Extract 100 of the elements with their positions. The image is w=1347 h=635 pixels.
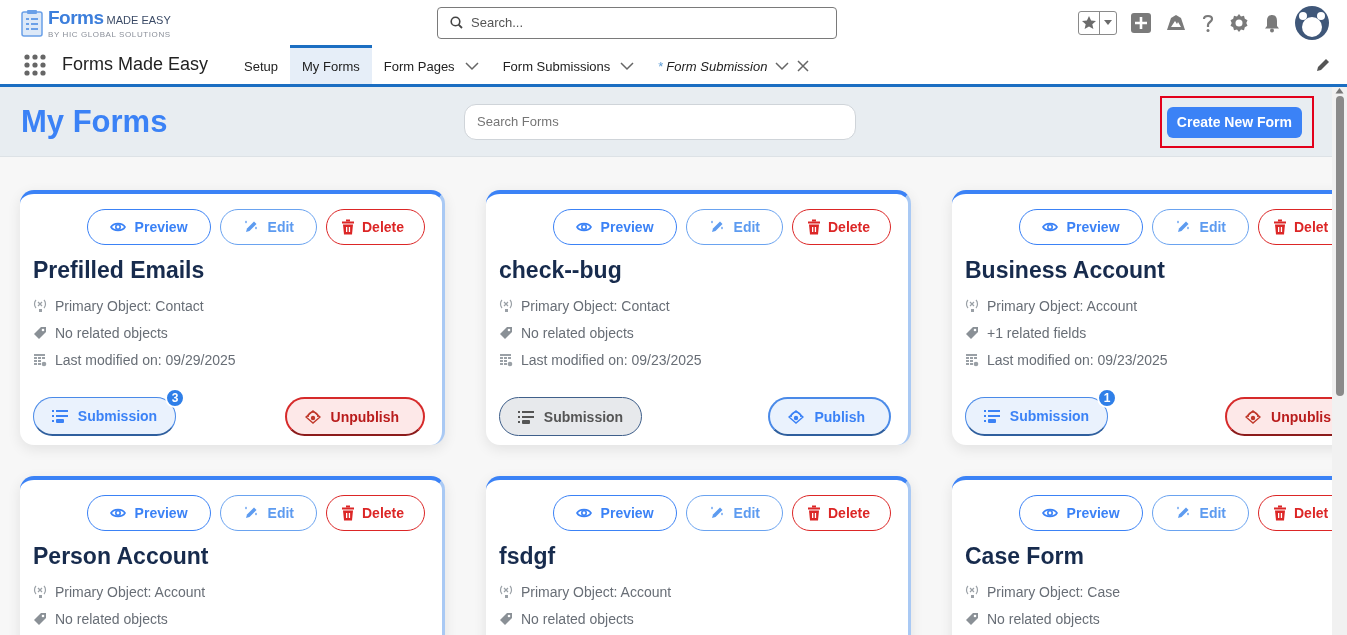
- avatar-icon: [1295, 5, 1329, 40]
- eye-icon: [1041, 507, 1058, 519]
- calendar-grid-icon: [499, 352, 513, 367]
- trash-icon: [807, 505, 821, 521]
- publish-button[interactable]: Publish: [768, 397, 891, 436]
- logo-wordmark: Forms: [48, 6, 104, 29]
- bell-icon: [1263, 12, 1281, 33]
- close-tab-button[interactable]: [797, 60, 810, 72]
- avatar-button[interactable]: [1295, 5, 1329, 40]
- count-badge: 1: [1097, 388, 1117, 408]
- search-forms-field[interactable]: Search Forms: [464, 103, 856, 140]
- tag-icon: [33, 325, 47, 340]
- logo-tagline: MADE EASY: [106, 13, 171, 26]
- eye-icon: [575, 221, 592, 233]
- pen-icon: [708, 505, 725, 521]
- tag-icon: [965, 611, 979, 626]
- close-icon: [797, 60, 810, 72]
- mountain-button[interactable]: [1165, 12, 1187, 33]
- help-icon: [1201, 12, 1215, 33]
- form-detail: No related objects: [521, 610, 634, 627]
- form-title: Prefilled Emails: [33, 257, 206, 284]
- tag-icon: [499, 325, 513, 340]
- unpublish-button[interactable]: Unpublis: [1225, 397, 1332, 436]
- caret-icon: [1104, 20, 1112, 25]
- settings-icon: [1229, 12, 1249, 33]
- chevron-down-icon: [620, 61, 635, 71]
- submission-button[interactable]: Submission: [499, 397, 642, 436]
- tag-icon: [33, 611, 47, 626]
- form-detail: Primary Object: Case: [987, 583, 1121, 600]
- settings-button[interactable]: [1229, 12, 1249, 33]
- form-detail: No related objects: [521, 324, 634, 341]
- form-detail: Last modified on: 09/23/2025: [521, 351, 702, 368]
- add-button[interactable]: [1131, 12, 1151, 33]
- form-title: fsdgf: [499, 543, 557, 570]
- form-detail: Last modified on: 09/23/2025: [987, 351, 1168, 368]
- form-detail: No related objects: [987, 610, 1100, 627]
- logo-byline: BY HIC GLOBAL SOLUTIONS: [48, 29, 171, 39]
- form-title: Case Form: [965, 543, 1085, 570]
- chevron-down-icon: [775, 61, 790, 71]
- form-detail: Primary Object: Account: [521, 583, 672, 600]
- unpublish-button[interactable]: Unpublish: [284, 397, 425, 436]
- tag-icon: [965, 325, 979, 340]
- tag-icon: [499, 611, 513, 626]
- pencil-icon: [1315, 56, 1331, 73]
- form-detail: Last modified on: 09/29/2025: [55, 351, 236, 368]
- pen-icon: [1174, 505, 1191, 521]
- search-field[interactable]: Search...: [437, 6, 837, 39]
- variable-icon: [499, 298, 513, 313]
- mountain-icon: [1165, 12, 1187, 33]
- scroll-up-icon: [1335, 87, 1344, 94]
- eye-icon: [109, 221, 126, 233]
- form-detail: +1 related fields: [987, 324, 1087, 341]
- variable-icon: [499, 584, 513, 599]
- list-icon: [517, 409, 534, 424]
- form-detail: Primary Object: Account: [55, 583, 206, 600]
- page-title: My Forms: [21, 103, 169, 140]
- pen-icon: [242, 505, 259, 521]
- trash-icon: [341, 505, 355, 521]
- plus-square-icon: [1131, 12, 1151, 33]
- count-badge: 3: [165, 388, 185, 408]
- list-icon: [51, 409, 68, 423]
- tab-menu-button[interactable]: [775, 61, 790, 71]
- broadcast-icon: [788, 408, 805, 425]
- form-detail: Primary Object: Account: [987, 297, 1138, 314]
- clipboard-logo-icon: [20, 8, 44, 37]
- trash-icon: [341, 219, 355, 235]
- trash-icon: [1273, 505, 1287, 521]
- eye-icon: [1041, 221, 1058, 233]
- search-icon: [450, 16, 463, 29]
- variable-icon: [965, 298, 979, 313]
- form-detail: Primary Object: Contact: [55, 297, 204, 314]
- form-detail: No related objects: [55, 324, 168, 341]
- chevron-down-icon: [464, 61, 479, 71]
- trash-icon: [1273, 219, 1287, 235]
- scrollbar[interactable]: [1332, 87, 1347, 635]
- variable-icon: [965, 584, 979, 599]
- form-detail: No related objects: [55, 610, 168, 627]
- form-title: Business Account: [965, 257, 1166, 284]
- notifications-button[interactable]: [1263, 12, 1281, 33]
- nav-tab[interactable]: * Form Submission: [658, 58, 768, 74]
- nav-tab[interactable]: Form Pages: [383, 58, 455, 74]
- tab-menu-button[interactable]: [464, 61, 479, 71]
- app-grid-icon: [24, 53, 46, 76]
- app-name: Forms Made Easy: [62, 53, 209, 76]
- nav-tab[interactable]: Form Submissions: [502, 58, 611, 74]
- calendar-grid-icon: [33, 352, 47, 367]
- create-form-button[interactable]: Create New Form: [1166, 106, 1302, 138]
- help-button[interactable]: [1201, 12, 1215, 33]
- trash-icon: [807, 219, 821, 235]
- list-icon: [983, 409, 1000, 423]
- calendar-grid-icon: [965, 352, 979, 367]
- tab-menu-button[interactable]: [620, 61, 635, 71]
- form-title: Person Account: [33, 543, 210, 570]
- variable-icon: [33, 584, 47, 599]
- form-detail: Primary Object: Contact: [521, 297, 670, 314]
- broadcast-icon: [304, 408, 321, 425]
- pen-icon: [1174, 219, 1191, 235]
- variable-icon: [33, 298, 47, 313]
- nav-tab[interactable]: Setup: [244, 58, 279, 74]
- eye-icon: [575, 507, 592, 519]
